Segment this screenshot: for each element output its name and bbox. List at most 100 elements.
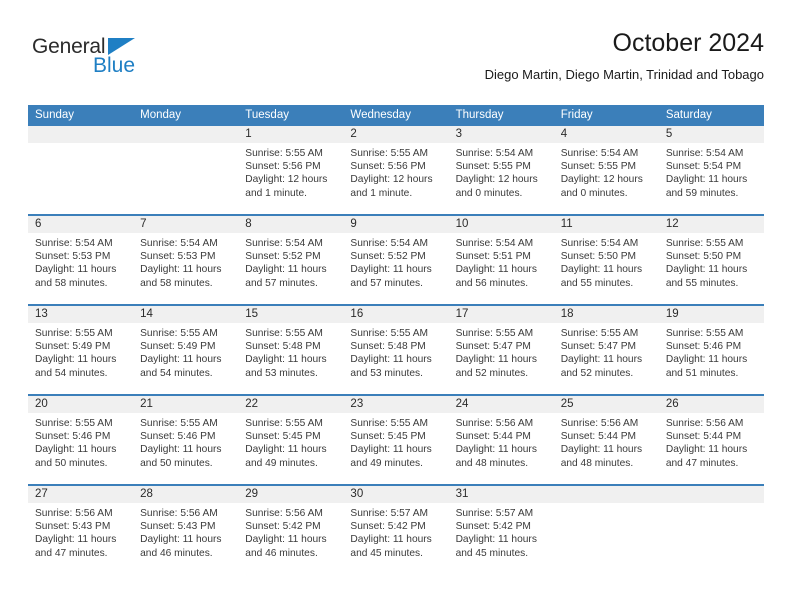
location-subtitle: Diego Martin, Diego Martin, Trinidad and…	[484, 66, 764, 82]
calendar-day-cell-empty	[133, 126, 239, 214]
day-detail-line: and 47 minutes.	[35, 547, 108, 559]
day-detail-line: Sunrise: 5:55 AM	[245, 418, 323, 429]
calendar-day-cell[interactable]: 8 Sunrise: 5:54 AM Sunset: 5:52 PM Daylight…	[238, 216, 344, 304]
calendar-day-cell[interactable]: 10 Sunrise: 5:54 AM Sunset: 5:51 PM Dayligh…	[448, 216, 554, 304]
day-detail-line: Daylight: 11 hours	[245, 354, 327, 366]
day-number: 7	[133, 216, 239, 233]
day-detail-line: Sunrise: 5:54 AM	[35, 238, 113, 249]
day-detail-line: and 45 minutes.	[455, 547, 529, 559]
calendar-day-cell[interactable]: 22 Sunrise: 5:55 AM Sunset: 5:45 PM Dayligh…	[238, 396, 344, 484]
calendar-day-cell[interactable]: 28 Sunrise: 5:56 AM Sunset: 5:43 PM Dayligh…	[133, 486, 239, 574]
day-detail-line: Sunrise: 5:56 AM	[140, 508, 218, 519]
calendar-day-cell[interactable]: 5 Sunrise: 5:54 AM Sunset: 5:54 PM Daylight…	[658, 126, 764, 214]
calendar-day-cell[interactable]: 24 Sunrise: 5:56 AM Sunset: 5:44 PM Dayligh…	[448, 396, 554, 484]
day-detail-line: Sunset: 5:53 PM	[140, 251, 216, 263]
day-detail-line: Sunset: 5:48 PM	[245, 341, 321, 353]
day-details: Sunrise: 5:55 AM Sunset: 5:46 PM Daylight:…	[133, 413, 238, 470]
day-details: Sunrise: 5:55 AM Sunset: 5:48 PM Daylight:…	[238, 323, 343, 380]
day-details: Sunrise: 5:54 AM Sunset: 5:53 PM Daylight:…	[133, 233, 238, 290]
day-detail-line: Sunrise: 5:56 AM	[560, 418, 639, 429]
calendar-week-row: 27 Sunrise: 5:56 AM Sunset: 5:43 PM Dayligh…	[28, 484, 764, 574]
day-detail-line: Sunset: 5:52 PM	[245, 251, 321, 263]
day-detail-line: Sunset: 5:46 PM	[35, 431, 111, 443]
calendar-day-cell[interactable]: 20 Sunrise: 5:55 AM Sunset: 5:46 PM Dayligh…	[28, 396, 134, 484]
day-detail-line: Sunrise: 5:55 AM	[665, 328, 744, 339]
day-number: 25	[553, 396, 659, 413]
day-detail-line: Daylight: 11 hours	[35, 264, 117, 276]
day-detail-line: Sunset: 5:49 PM	[35, 341, 111, 353]
page-title: October 2024	[612, 29, 765, 57]
calendar-day-cell[interactable]: 13 Sunrise: 5:55 AM Sunset: 5:49 PM Dayligh…	[28, 306, 134, 394]
calendar-day-cell[interactable]: 4 Sunrise: 5:54 AM Sunset: 5:55 PM Daylight…	[553, 126, 659, 214]
calendar-day-cell[interactable]: 3 Sunrise: 5:54 AM Sunset: 5:55 PM Daylight…	[448, 126, 554, 214]
calendar-day-cell[interactable]: 25 Sunrise: 5:56 AM Sunset: 5:44 PM Dayligh…	[553, 396, 659, 484]
day-detail-line: Sunrise: 5:54 AM	[350, 238, 429, 249]
calendar-day-cell[interactable]: 19 Sunrise: 5:55 AM Sunset: 5:46 PM Dayligh…	[658, 306, 764, 394]
calendar-day-cell[interactable]: 18 Sunrise: 5:55 AM Sunset: 5:47 PM Dayligh…	[553, 306, 659, 394]
calendar-day-cell[interactable]: 15 Sunrise: 5:55 AM Sunset: 5:48 PM Dayligh…	[238, 306, 344, 394]
day-detail-line: Sunrise: 5:55 AM	[245, 148, 323, 159]
day-details: Sunrise: 5:54 AM Sunset: 5:50 PM Daylight:…	[554, 233, 659, 290]
day-detail-line: Sunset: 5:52 PM	[350, 251, 426, 263]
day-details: Sunrise: 5:55 AM Sunset: 5:46 PM Daylight:…	[28, 413, 133, 470]
calendar-day-cell[interactable]: 30 Sunrise: 5:57 AM Sunset: 5:42 PM Dayligh…	[343, 486, 449, 574]
calendar-day-cell[interactable]: 26 Sunrise: 5:56 AM Sunset: 5:44 PM Dayligh…	[658, 396, 764, 484]
day-number: 17	[448, 306, 554, 323]
calendar-day-cell[interactable]: 16 Sunrise: 5:55 AM Sunset: 5:48 PM Dayligh…	[343, 306, 449, 394]
day-number: 19	[658, 306, 764, 323]
day-detail-line: and 50 minutes.	[35, 457, 108, 469]
calendar-day-cell[interactable]: 27 Sunrise: 5:56 AM Sunset: 5:43 PM Dayligh…	[28, 486, 134, 574]
day-number: 5	[658, 126, 764, 143]
day-detail-line: and 46 minutes.	[245, 547, 318, 559]
day-detail-line: Sunset: 5:50 PM	[560, 251, 637, 263]
day-detail-line: Sunset: 5:45 PM	[350, 431, 426, 443]
calendar-grid: Sunday Monday Tuesday Wednesday Thursday Frid…	[28, 105, 764, 574]
weekday-header-thursday: Thursday	[455, 109, 504, 121]
calendar-day-cell[interactable]: 21 Sunrise: 5:55 AM Sunset: 5:46 PM Dayligh…	[133, 396, 239, 484]
day-detail-line: and 52 minutes.	[560, 367, 634, 379]
day-number: 2	[343, 126, 449, 143]
day-number: 15	[238, 306, 344, 323]
calendar-day-cell[interactable]: 23 Sunrise: 5:55 AM Sunset: 5:45 PM Dayligh…	[343, 396, 449, 484]
calendar-day-cell[interactable]: 14 Sunrise: 5:55 AM Sunset: 5:49 PM Dayligh…	[133, 306, 239, 394]
calendar-day-cell[interactable]: 1 Sunrise: 5:55 AM Sunset: 5:56 PM Daylight…	[238, 126, 344, 214]
calendar-day-cell[interactable]: 11 Sunrise: 5:54 AM Sunset: 5:50 PM Dayligh…	[553, 216, 659, 304]
day-detail-line: and 0 minutes.	[455, 187, 523, 199]
day-details: Sunrise: 5:55 AM Sunset: 5:47 PM Daylight:…	[449, 323, 554, 380]
day-detail-line: Sunrise: 5:57 AM	[350, 508, 429, 519]
day-detail-line: Daylight: 11 hours	[665, 444, 748, 456]
day-details: Sunrise: 5:54 AM Sunset: 5:52 PM Daylight:…	[343, 233, 448, 290]
calendar-day-cell[interactable]: 29 Sunrise: 5:56 AM Sunset: 5:42 PM Dayligh…	[238, 486, 344, 574]
weekday-header-friday: Friday	[560, 109, 593, 121]
day-detail-line: Sunrise: 5:55 AM	[350, 148, 429, 159]
day-detail-line: Daylight: 11 hours	[455, 354, 537, 366]
calendar-day-cell[interactable]: 31 Sunrise: 5:57 AM Sunset: 5:42 PM Dayligh…	[448, 486, 554, 574]
day-detail-line: Sunrise: 5:54 AM	[455, 238, 534, 249]
day-detail-line: Daylight: 11 hours	[350, 264, 432, 276]
day-detail-line: Sunrise: 5:54 AM	[560, 238, 639, 249]
general-blue-logo[interactable]: General Blue	[32, 36, 162, 84]
day-detail-line: and 47 minutes.	[665, 457, 739, 469]
page-header: General Blue October 2024 Diego Martin, …	[28, 29, 765, 96]
day-detail-line: Daylight: 11 hours	[245, 534, 327, 546]
day-detail-line: Sunset: 5:42 PM	[350, 521, 426, 533]
day-detail-line: Daylight: 11 hours	[350, 444, 432, 456]
day-number	[133, 126, 239, 143]
calendar-day-cell[interactable]: 2 Sunrise: 5:55 AM Sunset: 5:56 PM Daylight…	[343, 126, 449, 214]
calendar-day-cell[interactable]: 6 Sunrise: 5:54 AM Sunset: 5:53 PM Daylight…	[28, 216, 134, 304]
day-detail-line: Daylight: 11 hours	[455, 534, 537, 546]
day-detail-line: Daylight: 11 hours	[35, 444, 117, 456]
calendar-day-cell[interactable]: 17 Sunrise: 5:55 AM Sunset: 5:47 PM Dayligh…	[448, 306, 554, 394]
day-detail-line: Daylight: 11 hours	[140, 354, 222, 366]
calendar-day-cell[interactable]: 12 Sunrise: 5:55 AM Sunset: 5:50 PM Dayligh…	[658, 216, 764, 304]
day-detail-line: Sunset: 5:43 PM	[140, 521, 216, 533]
day-detail-line: Sunset: 5:47 PM	[455, 341, 531, 353]
day-number: 23	[343, 396, 449, 413]
day-detail-line: Sunset: 5:56 PM	[350, 161, 426, 173]
calendar-day-cell[interactable]: 7 Sunrise: 5:54 AM Sunset: 5:53 PM Daylight…	[133, 216, 239, 304]
day-detail-line: Sunset: 5:49 PM	[140, 341, 216, 353]
day-details: Sunrise: 5:55 AM Sunset: 5:49 PM Daylight:…	[133, 323, 238, 380]
calendar-week-row: 1 Sunrise: 5:55 AM Sunset: 5:56 PM Daylight…	[28, 126, 764, 214]
calendar-day-cell[interactable]: 9 Sunrise: 5:54 AM Sunset: 5:52 PM Daylight…	[343, 216, 449, 304]
day-detail-line: Daylight: 11 hours	[350, 354, 432, 366]
